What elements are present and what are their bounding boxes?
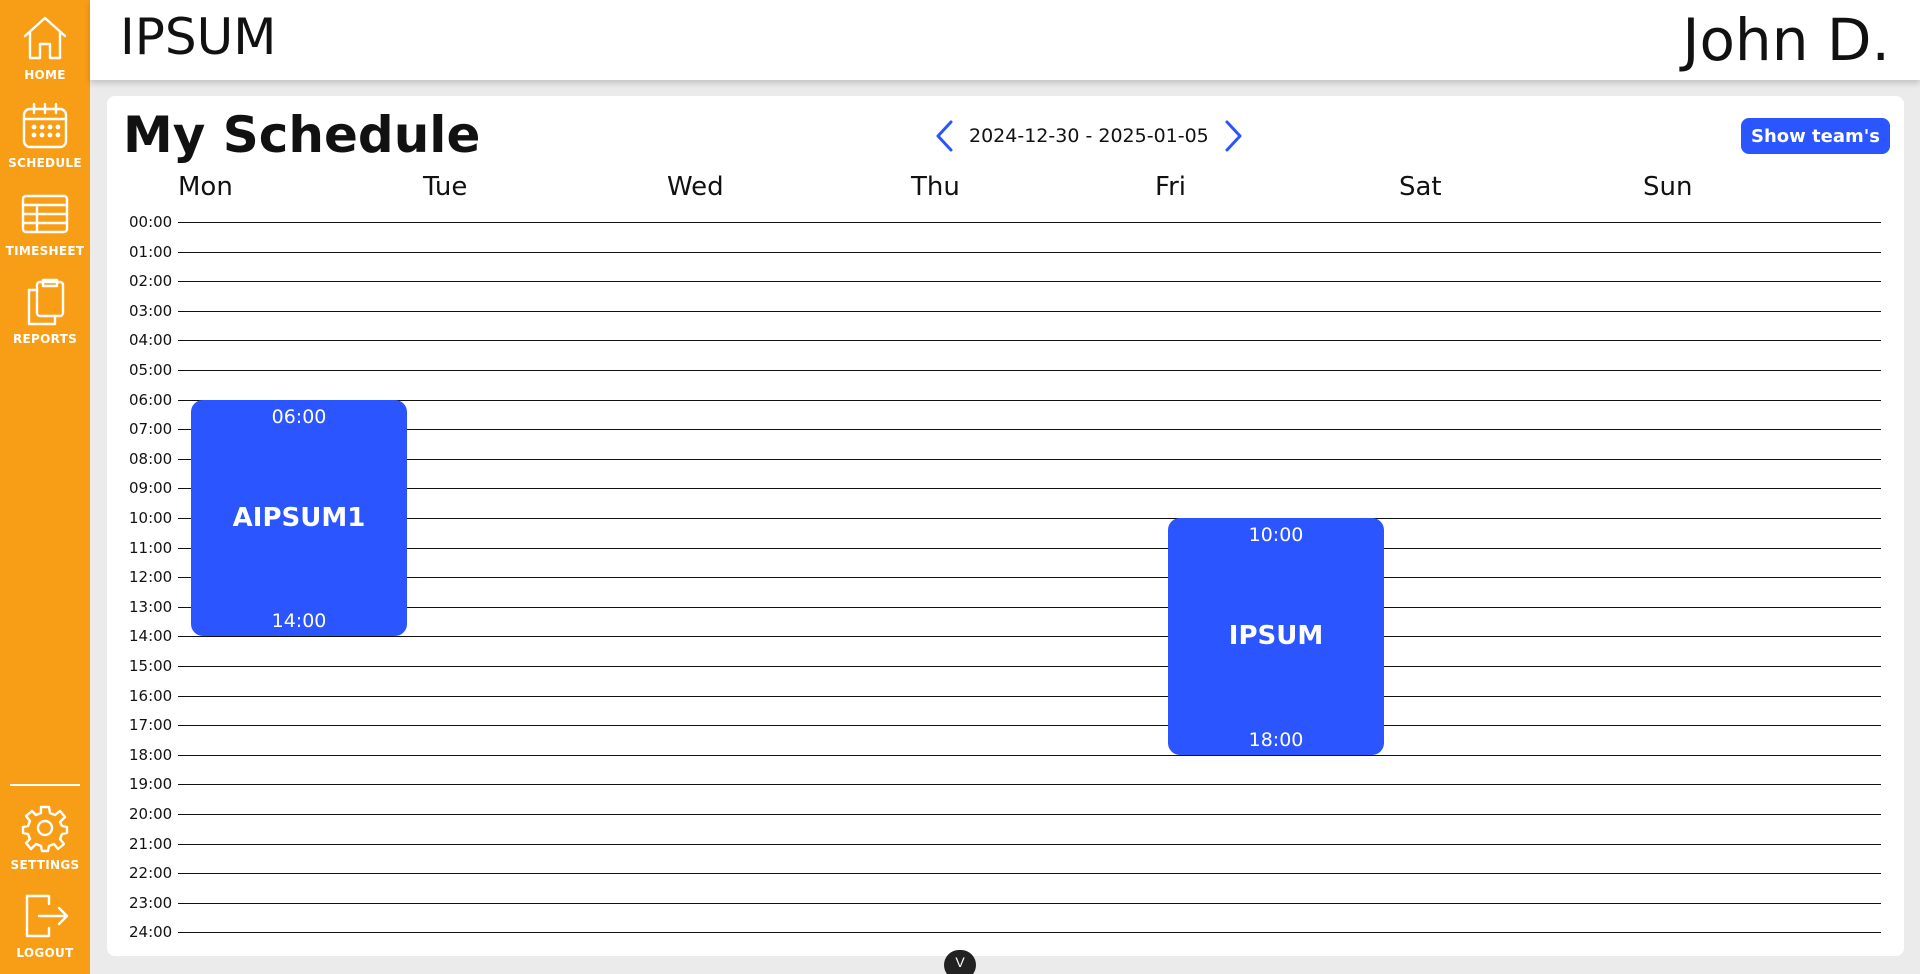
sidebar-item-schedule[interactable]: SCHEDULE [0, 100, 90, 184]
sidebar-item-timesheet[interactable]: TIMESHEET [0, 188, 90, 272]
hour-gridline [178, 547, 1881, 549]
hour-gridline [178, 399, 1881, 401]
event-title: IPSUM [1228, 621, 1324, 652]
hour-gridline [178, 340, 1881, 342]
hour-gridline [178, 429, 1881, 431]
hour-gridline [178, 281, 1881, 283]
event-end-time: 14:00 [271, 610, 327, 633]
hour-label: 21:00 [129, 834, 173, 853]
hour-label: 10:00 [129, 509, 173, 527]
sidebar-item-reports[interactable]: REPORTS [0, 276, 90, 360]
hour-label: 09:00 [129, 479, 173, 498]
previous-week-button[interactable] [929, 116, 959, 156]
hour-label: 00:00 [129, 213, 173, 231]
hour-label: 24:00 [129, 923, 173, 942]
week-navigator: 2024-12-30 - 2025-01-05 [929, 116, 1249, 156]
logout-icon [25, 894, 69, 938]
day-header-sun: Sun [1643, 172, 1693, 202]
scroll-down-handle[interactable]: V [944, 950, 976, 974]
hour-gridline [178, 488, 1881, 490]
day-header-fri: Fri [1155, 172, 1186, 202]
hour-label: 13:00 [129, 597, 173, 616]
hour-gridline [178, 222, 1881, 223]
event-block[interactable]: 06:00 AIPSUM1 14:00 [191, 399, 407, 637]
hour-label: 08:00 [129, 449, 173, 468]
hour-label: 07:00 [129, 420, 173, 439]
sidebar-item-settings[interactable]: SETTINGS [0, 802, 90, 886]
hour-label: 14:00 [129, 627, 173, 646]
hour-label: 04:00 [129, 331, 173, 350]
gear-icon [21, 805, 69, 853]
hour-label: 02:00 [129, 272, 173, 291]
day-header-mon: Mon [178, 172, 233, 202]
hour-gridline [178, 518, 1881, 519]
hour-label: 15:00 [129, 657, 173, 675]
chevron-right-icon [1225, 120, 1242, 152]
show-team-button[interactable]: Show team's [1741, 118, 1890, 154]
chevron-left-icon [936, 120, 953, 152]
hour-gridline [178, 843, 1881, 845]
hour-gridline [178, 666, 1881, 667]
next-week-button[interactable] [1219, 116, 1249, 156]
hour-gridline [178, 725, 1881, 727]
hour-label: 11:00 [129, 538, 173, 557]
hour-label: 22:00 [129, 864, 173, 883]
sidebar-item-logout[interactable]: LOGOUT [0, 890, 90, 974]
sidebar-item-label: LOGOUT [16, 946, 74, 960]
hour-label: 18:00 [129, 745, 173, 764]
hour-gridline [178, 636, 1881, 638]
hour-gridline [178, 902, 1881, 904]
hour-label: 19:00 [129, 775, 173, 794]
hour-gridline [178, 784, 1881, 786]
hour-gridline [178, 310, 1881, 312]
sidebar-item-home[interactable]: HOME [0, 12, 90, 96]
hour-gridline [178, 814, 1881, 815]
top-bar: IPSUM John D. [90, 0, 1920, 80]
hour-label: 20:00 [129, 805, 173, 823]
user-name[interactable]: John D. [1682, 6, 1890, 74]
clipboard-icon [27, 278, 65, 326]
home-icon [23, 16, 67, 60]
table-icon [21, 194, 69, 234]
hour-gridline [178, 932, 1881, 934]
hour-gridline [178, 695, 1881, 697]
hour-gridline [178, 873, 1881, 875]
sidebar-item-label: REPORTS [12, 332, 78, 346]
app-title: IPSUM [120, 8, 277, 66]
event-title: AIPSUM1 [232, 502, 366, 533]
hour-label: 06:00 [129, 390, 173, 409]
hour-gridline [178, 370, 1881, 371]
event-block[interactable]: 10:00 IPSUM 18:00 [1168, 518, 1384, 755]
day-header-thu: Thu [911, 172, 960, 202]
hour-gridline [178, 606, 1881, 608]
hour-label: 03:00 [129, 301, 173, 320]
hour-label: 23:00 [129, 893, 173, 912]
hour-gridline [178, 754, 1881, 756]
sidebar-item-label: HOME [24, 68, 66, 82]
hour-label: 12:00 [129, 568, 173, 587]
week-range: 2024-12-30 - 2025-01-05 [969, 125, 1209, 147]
sidebar-item-label: SETTINGS [10, 858, 80, 872]
hour-gridline [178, 577, 1881, 579]
day-header-sat: Sat [1399, 172, 1442, 202]
event-end-time: 18:00 [1248, 728, 1304, 751]
event-start-time: 06:00 [271, 405, 327, 428]
hour-label: 05:00 [129, 361, 173, 379]
hour-label: 16:00 [129, 686, 173, 705]
sidebar-item-label: TIMESHEET [5, 244, 85, 258]
sidebar: HOME SCHEDULE TIMESHEET REPORTS SETTINGS… [0, 0, 90, 974]
hour-gridline [178, 251, 1881, 253]
schedule-panel: My Schedule 2024-12-30 - 2025-01-05 Show… [107, 96, 1904, 956]
day-header-tue: Tue [423, 172, 468, 202]
event-start-time: 10:00 [1248, 524, 1304, 546]
sidebar-item-label: SCHEDULE [8, 156, 82, 170]
calendar-icon [22, 102, 68, 149]
page-title: My Schedule [123, 106, 481, 164]
day-header-wed: Wed [667, 172, 724, 202]
hour-gridline [178, 458, 1881, 460]
sidebar-divider [10, 784, 80, 786]
hour-label: 17:00 [129, 716, 173, 735]
hour-label: 01:00 [129, 242, 173, 261]
